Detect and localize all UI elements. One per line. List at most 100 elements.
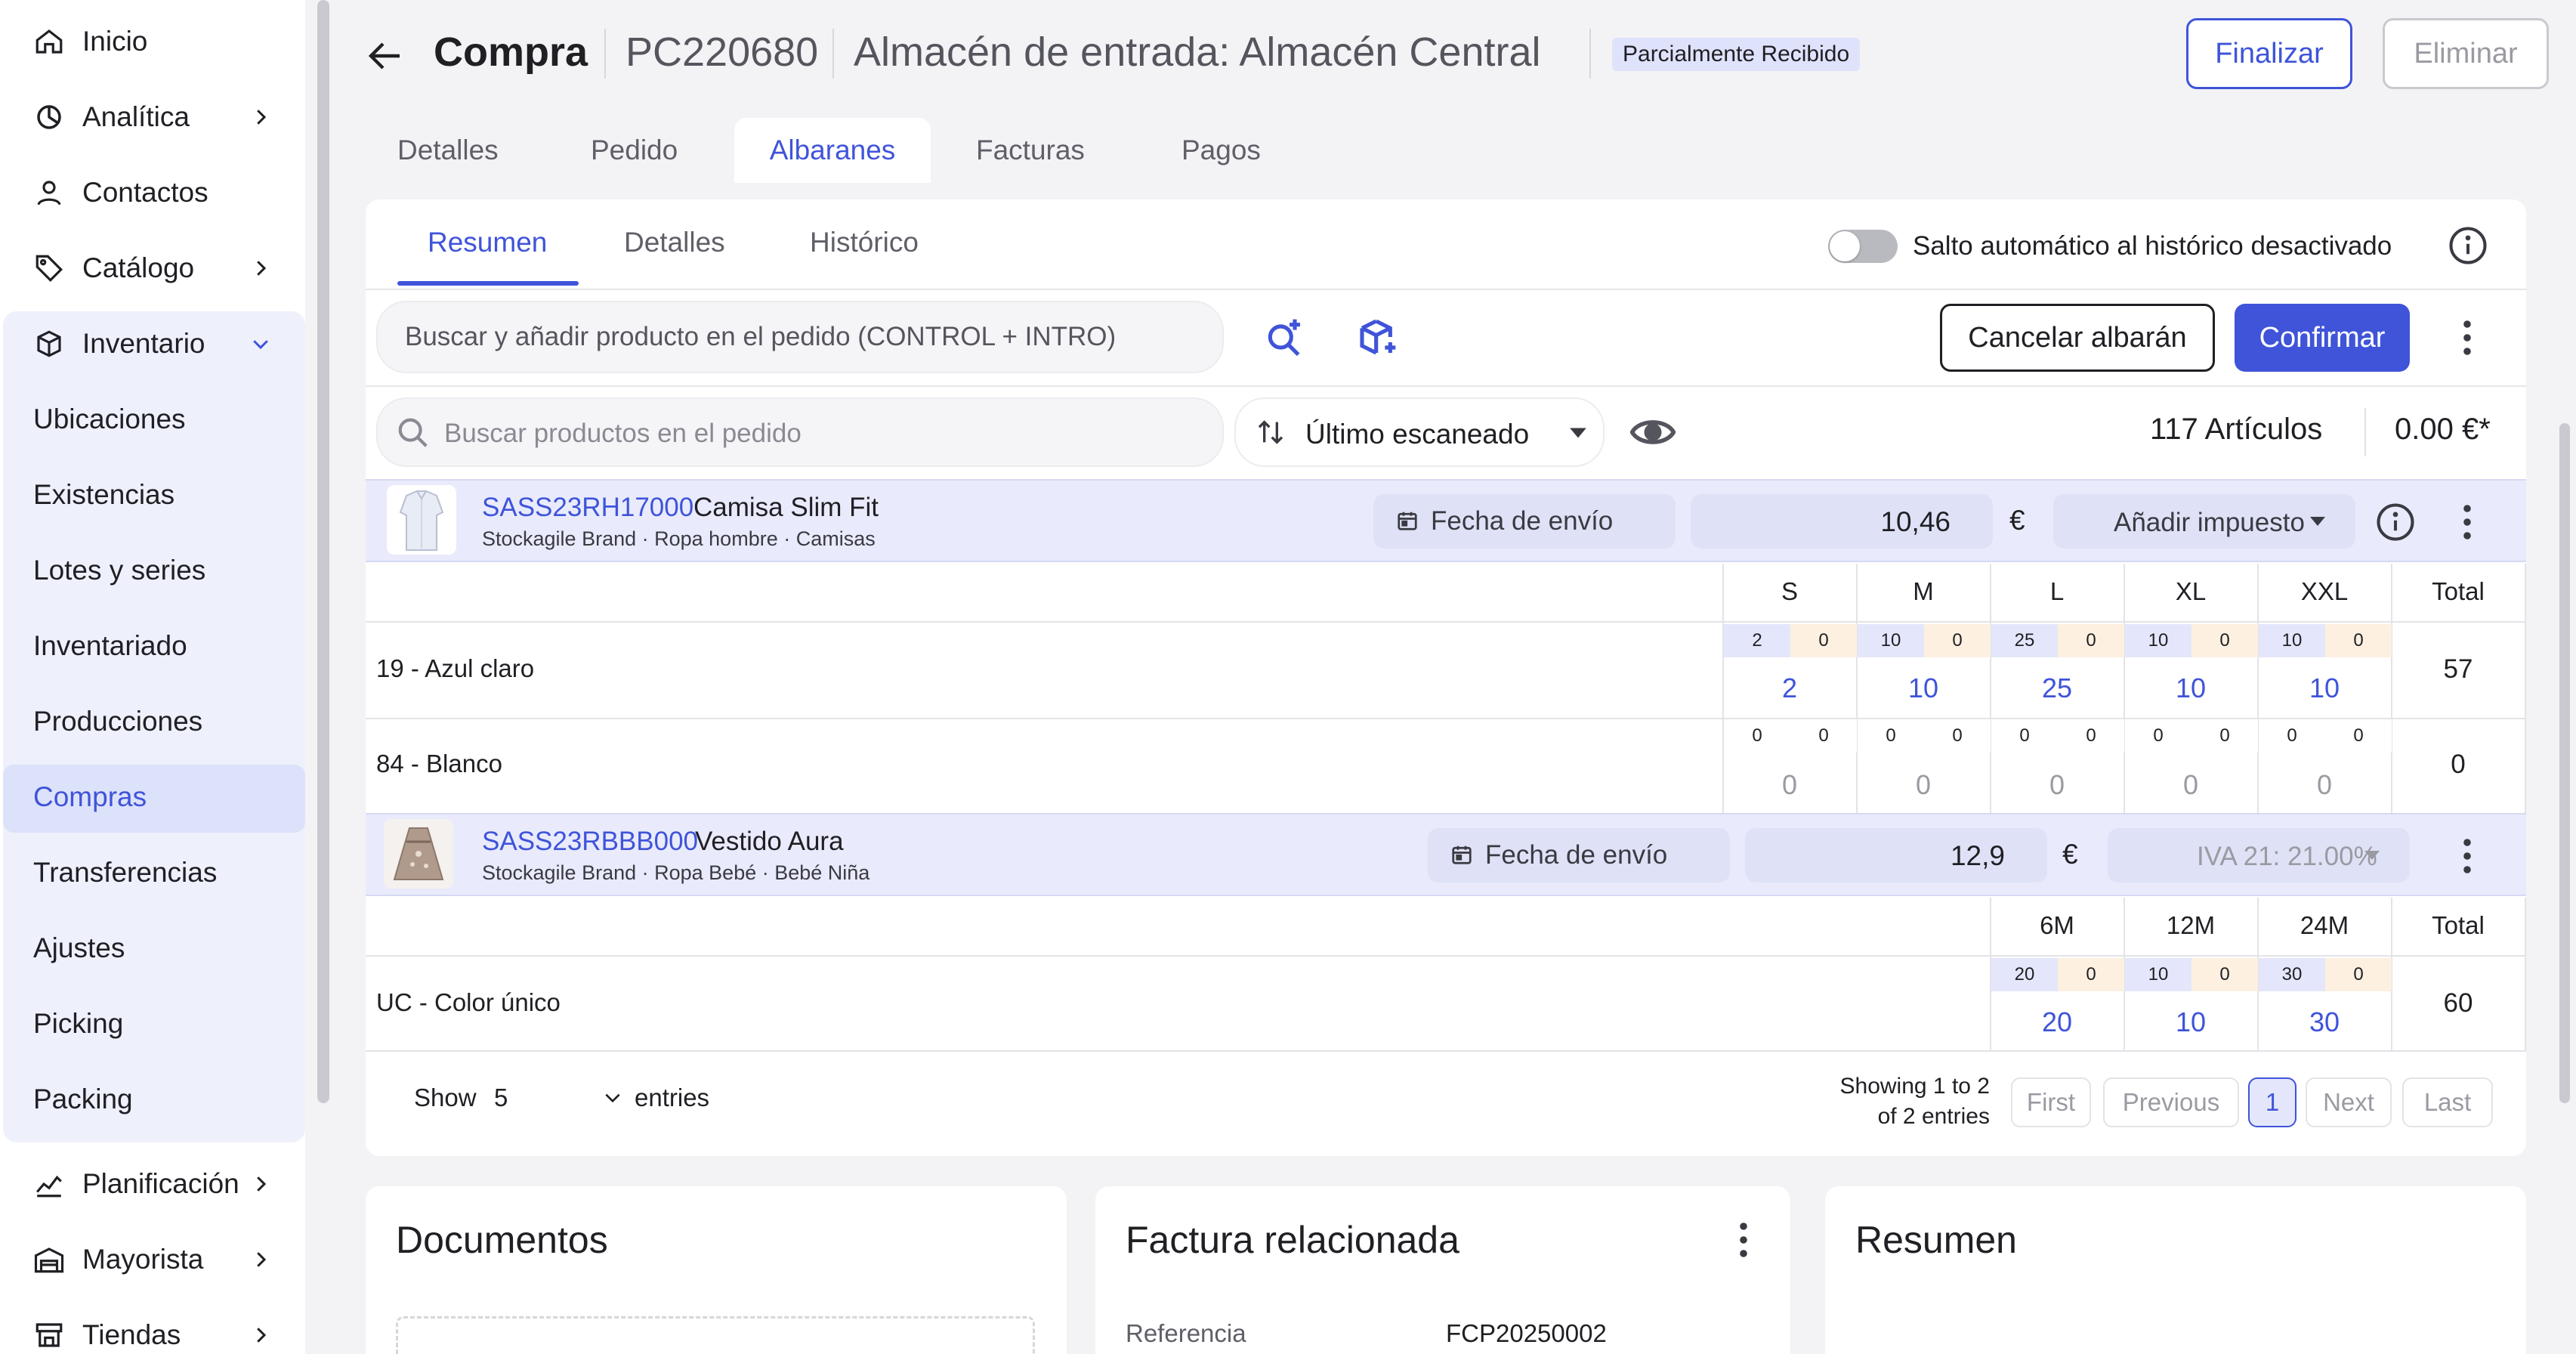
sidebar-item-inicio[interactable]: Inicio bbox=[0, 8, 305, 76]
tab-detalles[interactable]: Detalles bbox=[397, 118, 499, 183]
add-product-search[interactable] bbox=[376, 301, 1224, 373]
chevron-down-icon[interactable] bbox=[603, 1090, 622, 1106]
more-options-icon[interactable] bbox=[2461, 503, 2473, 541]
qty-input[interactable]: 10 bbox=[2124, 672, 2257, 704]
pagination-last[interactable]: Last bbox=[2402, 1077, 2493, 1127]
sidebar-item-planificacion[interactable]: Planificación bbox=[0, 1150, 305, 1218]
qty-input[interactable]: 10 bbox=[2124, 1006, 2257, 1038]
price-input[interactable]: 12,9 bbox=[1745, 828, 2047, 883]
subtab-resumen[interactable]: Resumen bbox=[428, 227, 547, 258]
qty-input[interactable]: 10 bbox=[1857, 672, 1990, 704]
sidebar-item-label: Lotes y series bbox=[33, 555, 206, 586]
search-plus-icon[interactable] bbox=[1263, 316, 1305, 358]
sort-select[interactable]: Último escaneado bbox=[1234, 397, 1605, 467]
status-badge: Parcialmente Recibido bbox=[1612, 38, 1861, 71]
tax-select[interactable]: IVA 21: 21.00% bbox=[2108, 828, 2410, 883]
variant-total: 60 bbox=[2443, 988, 2473, 1018]
back-arrow-icon[interactable] bbox=[366, 39, 403, 73]
product-search-input[interactable] bbox=[444, 419, 1200, 449]
qty-input[interactable]: 25 bbox=[1991, 672, 2124, 704]
page-size-select[interactable]: 5 bbox=[494, 1084, 508, 1112]
more-options-icon[interactable] bbox=[2461, 837, 2473, 875]
qty-input[interactable]: 0 bbox=[2124, 769, 2257, 801]
ordered-qty: 0 bbox=[1858, 719, 1924, 753]
ship-date-field[interactable]: Fecha de envío bbox=[1428, 828, 1730, 883]
pagination-previous[interactable]: Previous bbox=[2103, 1077, 2239, 1127]
tax-select[interactable]: Añadir impuesto bbox=[2053, 494, 2355, 549]
product-code[interactable]: SASS23RBBB000 bbox=[482, 827, 698, 857]
sidebar-item-packing[interactable]: Packing bbox=[0, 1065, 305, 1133]
sidebar-item-analitica[interactable]: Analítica bbox=[0, 83, 305, 151]
sidebar: Inicio Analítica Contactos Catálogo Inve… bbox=[0, 0, 305, 1354]
page-scrollbar[interactable] bbox=[2559, 423, 2570, 1103]
document-dropzone[interactable] bbox=[396, 1316, 1035, 1354]
tab-facturas[interactable]: Facturas bbox=[976, 118, 1085, 183]
qty-input[interactable]: 0 bbox=[1857, 769, 1990, 801]
qty-input[interactable]: 2 bbox=[1723, 672, 1856, 704]
size-header: L bbox=[2049, 577, 2065, 605]
size-header: S bbox=[1781, 577, 1798, 605]
sidebar-scrollbar[interactable] bbox=[317, 0, 329, 1103]
title-divider bbox=[604, 29, 606, 79]
more-options-icon[interactable] bbox=[1737, 1221, 1750, 1259]
info-icon[interactable] bbox=[2375, 502, 2416, 543]
received-qty: 0 bbox=[2058, 958, 2124, 991]
qty-input[interactable]: 10 bbox=[2258, 672, 2391, 704]
chevron-right-icon bbox=[257, 1252, 267, 1267]
finalizar-button[interactable]: Finalizar bbox=[2186, 18, 2352, 89]
tab-pedido[interactable]: Pedido bbox=[591, 118, 678, 183]
cancelar-albaran-button[interactable]: Cancelar albarán bbox=[1940, 304, 2215, 372]
qty-input[interactable]: 0 bbox=[1723, 769, 1856, 801]
info-icon[interactable] bbox=[2448, 225, 2488, 266]
more-options-icon[interactable] bbox=[2461, 319, 2473, 357]
qty-input[interactable]: 20 bbox=[1991, 1006, 2124, 1038]
confirmar-button[interactable]: Confirmar bbox=[2235, 304, 2410, 372]
chevron-right-icon bbox=[257, 110, 267, 125]
variant-total: 57 bbox=[2443, 654, 2473, 684]
grid-line bbox=[366, 955, 2526, 957]
sidebar-item-producciones[interactable]: Producciones bbox=[0, 688, 305, 756]
box-plus-icon[interactable] bbox=[1357, 316, 1399, 358]
pagination-first[interactable]: First bbox=[2011, 1077, 2091, 1127]
price-input[interactable]: 10,46 bbox=[1691, 494, 1993, 549]
tab-albaranes[interactable]: Albaranes bbox=[734, 118, 931, 183]
referencia-value[interactable]: FCP20250002 bbox=[1446, 1319, 1607, 1348]
add-product-input[interactable] bbox=[405, 322, 1206, 352]
qty-input[interactable]: 0 bbox=[2258, 769, 2391, 801]
subtab-historico[interactable]: Histórico bbox=[810, 227, 919, 258]
sidebar-item-lotes[interactable]: Lotes y series bbox=[0, 536, 305, 604]
eye-icon[interactable] bbox=[1630, 413, 1676, 452]
tab-pagos[interactable]: Pagos bbox=[1181, 118, 1261, 183]
received-qty: 0 bbox=[2058, 624, 2124, 657]
subtab-detalles[interactable]: Detalles bbox=[624, 227, 725, 258]
qty-input[interactable]: 30 bbox=[2258, 1006, 2391, 1038]
product-code[interactable]: SASS23RH17000 bbox=[482, 493, 693, 523]
product-meta: Stockagile Brand · Ropa hombre · Camisas bbox=[482, 527, 876, 550]
pagination-next[interactable]: Next bbox=[2306, 1077, 2392, 1127]
sidebar-item-label: Existencias bbox=[33, 479, 175, 510]
sidebar-item-contactos[interactable]: Contactos bbox=[0, 159, 305, 227]
sidebar-item-existencias[interactable]: Existencias bbox=[0, 461, 305, 529]
sidebar-item-ajustes[interactable]: Ajustes bbox=[0, 914, 305, 982]
sidebar-item-inventario[interactable]: Inventario bbox=[0, 310, 305, 378]
sidebar-item-label: Tiendas bbox=[82, 1319, 181, 1350]
pagination-page-1[interactable]: 1 bbox=[2248, 1077, 2296, 1127]
product-thumbnail bbox=[387, 485, 456, 555]
sidebar-item-transferencias[interactable]: Transferencias bbox=[0, 839, 305, 907]
sidebar-item-mayorista[interactable]: Mayorista bbox=[0, 1226, 305, 1294]
qty-input[interactable]: 0 bbox=[1991, 769, 2124, 801]
eliminar-button[interactable]: Eliminar bbox=[2383, 18, 2549, 89]
sidebar-item-catalogo[interactable]: Catálogo bbox=[0, 234, 305, 302]
sidebar-item-label: Packing bbox=[33, 1084, 133, 1114]
sidebar-item-tiendas[interactable]: Tiendas bbox=[0, 1301, 305, 1354]
sidebar-item-label: Compras bbox=[33, 781, 147, 812]
ship-date-field[interactable]: Fecha de envío bbox=[1373, 494, 1676, 549]
product-search[interactable] bbox=[376, 397, 1224, 467]
sidebar-item-inventariado[interactable]: Inventariado bbox=[0, 612, 305, 680]
total-header: Total bbox=[2432, 911, 2485, 939]
sidebar-item-compras[interactable]: Compras bbox=[0, 763, 305, 831]
sidebar-item-ubicaciones[interactable]: Ubicaciones bbox=[0, 385, 305, 453]
divider bbox=[2364, 408, 2366, 456]
sidebar-item-picking[interactable]: Picking bbox=[0, 990, 305, 1058]
received-qty: 0 bbox=[2191, 624, 2258, 657]
